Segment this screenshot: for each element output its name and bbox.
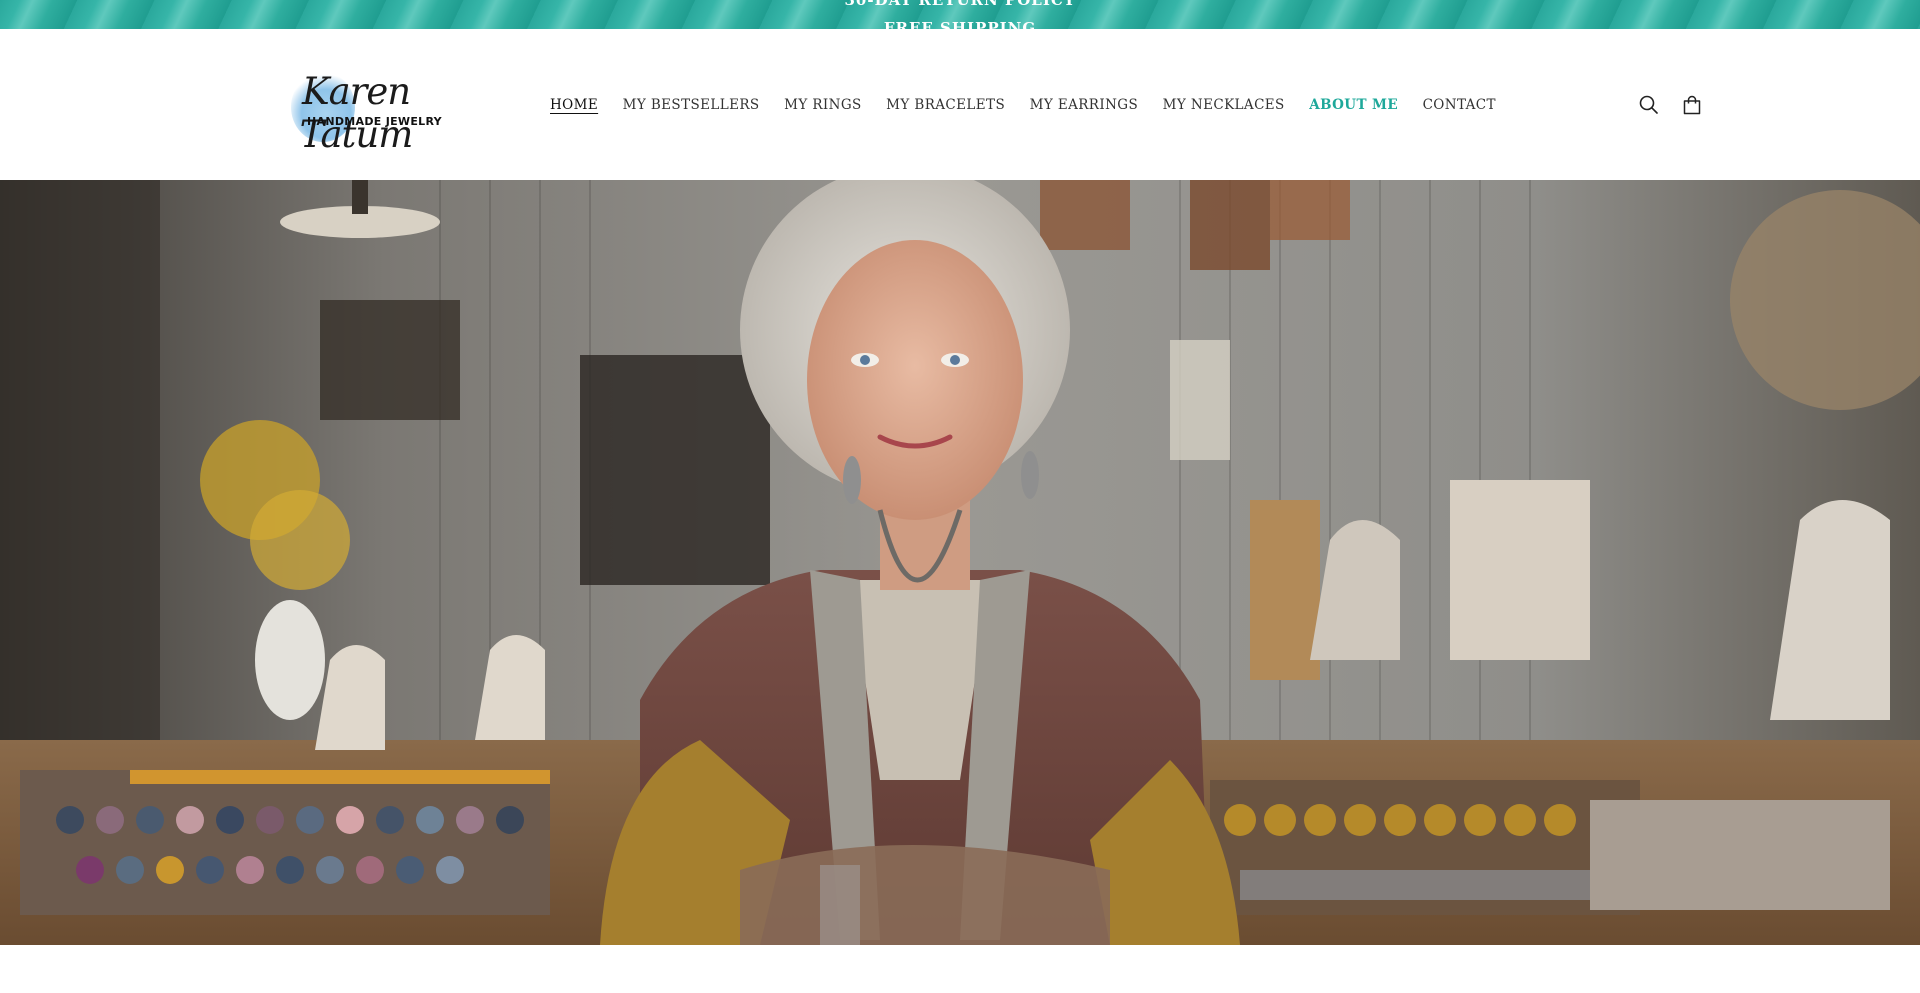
nav-item-home[interactable]: HOME — [550, 97, 598, 113]
nav-item-about-me[interactable]: ABOUT ME — [1309, 97, 1398, 113]
announcement-bar: 30-DAY RETURN POLICY FREE SHIPPING — [0, 0, 1920, 29]
nav-item-rings[interactable]: MY RINGS — [784, 97, 862, 113]
nav-item-earrings[interactable]: MY EARRINGS — [1030, 97, 1139, 113]
search-icon — [1639, 95, 1658, 114]
search-button[interactable] — [1636, 92, 1662, 118]
site-logo[interactable]: Karen Tatum HANDMADE JEWELRY — [267, 68, 445, 156]
nav-item-necklaces[interactable]: MY NECKLACES — [1163, 97, 1285, 113]
page-below-hero — [0, 945, 1920, 993]
site-header: Karen Tatum HANDMADE JEWELRY HOME MY BES… — [0, 29, 1920, 180]
nav-item-bestsellers[interactable]: MY BESTSELLERS — [623, 97, 760, 113]
hero-image — [0, 180, 1920, 945]
nav-item-contact[interactable]: CONTACT — [1423, 97, 1496, 113]
cart-button[interactable] — [1679, 92, 1705, 118]
main-nav: HOME MY BESTSELLERS MY RINGS MY BRACELET… — [550, 93, 1520, 117]
logo-name: Karen Tatum — [299, 70, 414, 156]
shopping-bag-icon — [1683, 95, 1701, 115]
hero-photo — [0, 180, 1920, 945]
nav-item-bracelets[interactable]: MY BRACELETS — [886, 97, 1005, 113]
announcement-return-policy: 30-DAY RETURN POLICY — [844, 0, 1076, 9]
announcement-free-shipping: FREE SHIPPING — [883, 19, 1037, 29]
logo-tagline: HANDMADE JEWELRY — [307, 115, 442, 128]
